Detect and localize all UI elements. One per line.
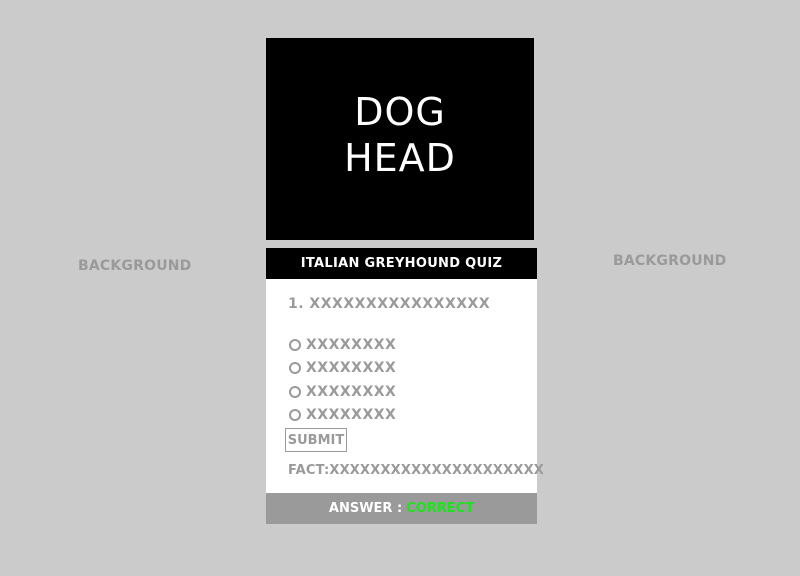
radio-button-icon[interactable] — [289, 338, 301, 351]
dog-head-title-line1: DOG — [354, 90, 446, 134]
dog-head-title: DOG HEAD — [344, 89, 456, 181]
radio-button-icon[interactable] — [289, 362, 301, 375]
background-label-right: BACKGROUND — [613, 253, 727, 269]
fact-text: FACT:XXXXXXXXXXXXXXXXXXXXX — [288, 463, 545, 478]
answer-option-2[interactable]: XXXXXXXX — [289, 357, 396, 381]
answer-option-label: XXXXXXXX — [306, 407, 397, 424]
answer-option-1[interactable]: XXXXXXXX — [289, 333, 396, 357]
background-label-left: BACKGROUND — [78, 258, 192, 274]
answer-options: XXXXXXXX XXXXXXXX XXXXXXXX XXXXXXXX — [289, 333, 396, 427]
answer-status: CORRECT — [406, 501, 475, 516]
dog-head-title-line2: HEAD — [344, 136, 456, 180]
answer-option-label: XXXXXXXX — [306, 336, 397, 353]
submit-button[interactable]: SUBMIT — [285, 428, 347, 452]
radio-button-icon[interactable] — [289, 385, 301, 398]
answer-bar: ANSWER : CORRECT — [266, 493, 537, 524]
answer-option-label: XXXXXXXX — [306, 383, 397, 400]
dog-head-banner: DOG HEAD — [266, 38, 534, 240]
answer-option-4[interactable]: XXXXXXXX — [289, 404, 396, 428]
answer-option-3[interactable]: XXXXXXXX — [289, 380, 396, 404]
answer-option-label: XXXXXXXX — [306, 360, 397, 377]
quiz-title: ITALIAN GREYHOUND QUIZ — [266, 248, 537, 279]
quiz-question: 1. XXXXXXXXXXXXXXXX — [288, 296, 491, 312]
quiz-panel: ITALIAN GREYHOUND QUIZ 1. XXXXXXXXXXXXXX… — [266, 248, 544, 524]
answer-label: ANSWER : — [328, 501, 403, 516]
radio-button-icon[interactable] — [289, 409, 301, 422]
